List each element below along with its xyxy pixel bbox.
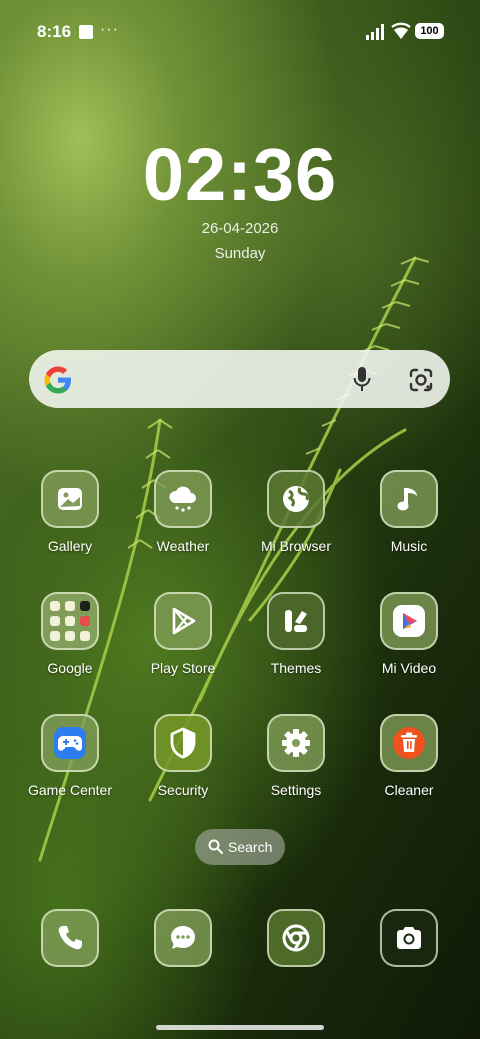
app-label: Settings — [270, 782, 322, 798]
folder-tile[interactable] — [41, 592, 99, 650]
camera-icon — [397, 927, 421, 949]
home-indicator[interactable] — [156, 1025, 324, 1030]
app-label: Google — [47, 660, 93, 676]
wifi-icon — [391, 22, 411, 39]
messages-icon — [171, 926, 195, 949]
weather-icon — [169, 486, 196, 512]
app-label: Game Center — [27, 782, 113, 798]
app-folder-google[interactable]: Google — [15, 592, 125, 676]
more-notifications-icon: ··· — [100, 21, 119, 38]
app-weather[interactable]: Weather — [128, 470, 238, 554]
app-tile[interactable] — [154, 592, 212, 650]
app-settings[interactable]: Settings — [241, 714, 351, 798]
app-label: Security — [157, 782, 209, 798]
app-tile[interactable] — [154, 714, 212, 772]
app-label: Gallery — [47, 538, 93, 554]
globe-icon — [283, 486, 309, 512]
chrome-icon — [282, 924, 310, 952]
dock-messages[interactable] — [128, 909, 238, 967]
themes-icon — [285, 610, 307, 632]
app-mi-video[interactable]: Mi Video — [354, 592, 464, 676]
app-tile[interactable] — [267, 714, 325, 772]
battery-icon: 100 — [415, 23, 444, 39]
app-tile[interactable] — [41, 909, 99, 967]
status-time: 8:16 — [37, 22, 72, 41]
app-label: Mi Browser — [260, 538, 331, 554]
app-tile[interactable] — [380, 714, 438, 772]
app-security[interactable]: Security — [128, 714, 238, 798]
app-label: Weather — [156, 538, 210, 554]
dock-chrome[interactable] — [241, 909, 351, 967]
clock-widget-day: Sunday — [214, 245, 266, 262]
app-play-store[interactable]: Play Store — [128, 592, 238, 676]
app-label: Play Store — [150, 660, 216, 676]
gear-icon — [282, 729, 310, 757]
app-tile[interactable] — [267, 470, 325, 528]
app-themes[interactable]: Themes — [241, 592, 351, 676]
gamepad-icon — [54, 727, 86, 759]
app-tile[interactable] — [267, 592, 325, 650]
app-gallery[interactable]: Gallery — [15, 470, 125, 554]
dock-phone[interactable] — [15, 909, 125, 967]
app-mi-browser[interactable]: Mi Browser — [241, 470, 351, 554]
trash-icon — [393, 727, 425, 759]
app-label: Mi Video — [381, 660, 437, 676]
app-search-button[interactable]: Search — [195, 829, 285, 865]
shield-icon — [170, 727, 196, 759]
google-logo-icon — [44, 366, 71, 394]
app-tile[interactable] — [41, 470, 99, 528]
signal-icon — [366, 24, 384, 40]
clock-widget-date: 26-04-2026 — [201, 220, 279, 237]
app-label: Music — [390, 538, 428, 554]
app-tile[interactable] — [267, 909, 325, 967]
app-label: Cleaner — [384, 782, 434, 798]
app-music[interactable]: Music — [354, 470, 464, 554]
app-label: Themes — [270, 660, 322, 676]
play-store-icon — [172, 607, 196, 635]
folder-icon — [50, 601, 90, 641]
app-cleaner[interactable]: Cleaner — [354, 714, 464, 798]
square-notification-icon — [79, 25, 93, 39]
video-play-icon — [393, 605, 425, 637]
google-lens-icon[interactable] — [408, 367, 434, 393]
search-icon — [208, 839, 223, 854]
music-note-icon — [397, 488, 417, 511]
app-tile[interactable] — [154, 470, 212, 528]
status-bar: 8:16 ··· 100 — [0, 0, 480, 62]
clock-widget-time[interactable]: 02:36 — [0, 132, 480, 217]
dock-camera[interactable] — [354, 909, 464, 967]
app-tile[interactable] — [380, 592, 438, 650]
app-tile[interactable] — [380, 470, 438, 528]
google-search-bar[interactable] — [29, 350, 450, 408]
app-tile[interactable] — [380, 909, 438, 967]
app-game-center[interactable]: Game Center — [15, 714, 125, 798]
app-tile[interactable] — [41, 714, 99, 772]
app-search-label: Search — [228, 839, 273, 855]
phone-icon — [58, 926, 82, 950]
app-tile[interactable] — [154, 909, 212, 967]
mic-icon[interactable] — [352, 366, 372, 392]
gallery-icon — [58, 488, 82, 510]
